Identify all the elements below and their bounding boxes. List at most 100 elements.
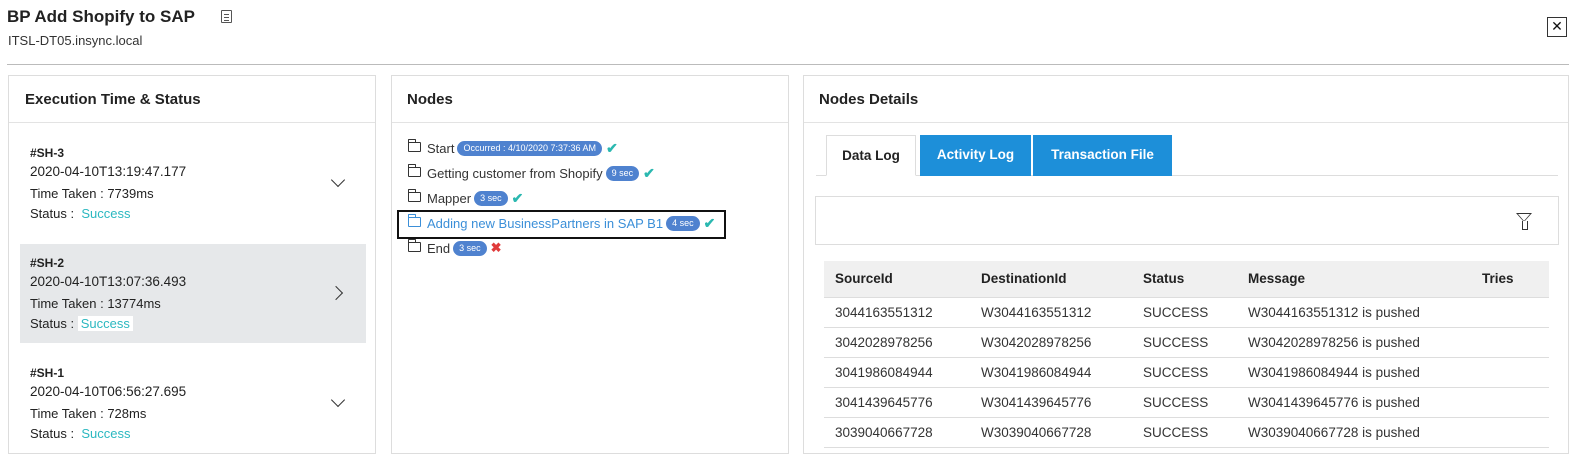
column-header-status[interactable]: Status (1132, 261, 1231, 298)
tab-activity-log[interactable]: Activity Log (920, 135, 1031, 176)
tab-transaction-file[interactable]: Transaction File (1033, 135, 1172, 176)
time-taken-row: Time Taken : 13774ms (30, 296, 161, 311)
node-getting-customer[interactable]: Getting customer from Shopify 9 sec ✔ (408, 163, 655, 183)
cell-message: W3041439645776 is pushed (1231, 387, 1471, 418)
data-log-table: SourceId DestinationId Status Message Tr… (824, 261, 1549, 448)
node-end[interactable]: End 3 sec ✖ (408, 238, 502, 258)
node-badge: Occurred : 4/10/2020 7:37:36 AM (457, 140, 603, 156)
cell-message: W3039040667728 is pushed (1231, 417, 1471, 448)
execution-item-sh-1[interactable]: #SH-1 2020-04-10T06:56:27.695 Time Taken… (20, 354, 366, 453)
table-row: 3041439645776 W3041439645776 SUCCESS W30… (824, 387, 1549, 418)
table-row: 3039040667728 W3039040667728 SUCCESS W30… (824, 417, 1549, 448)
column-header-sourceid[interactable]: SourceId (824, 261, 970, 298)
folder-icon (408, 164, 421, 177)
execution-id: #SH-1 (30, 366, 65, 380)
status-row: Status : Success (30, 206, 130, 221)
execution-datetime: 2020-04-10T13:07:36.493 (30, 274, 187, 289)
close-button[interactable]: ✕ (1547, 17, 1567, 37)
column-header-message[interactable]: Message (1231, 261, 1471, 298)
status-row: Status : Success (30, 426, 130, 441)
node-badge: 4 sec (666, 215, 700, 231)
execution-id: #SH-2 (30, 256, 65, 270)
filter-icon[interactable] (1516, 213, 1532, 230)
error-icon: ✖ (490, 240, 502, 255)
check-icon: ✔ (703, 214, 716, 231)
cell-message: W3042028978256 is pushed (1231, 327, 1471, 358)
cell-destinationid: W3042028978256 (970, 327, 1132, 358)
time-taken-value: 728ms (107, 406, 147, 421)
execution-datetime: 2020-04-10T06:56:27.695 (30, 384, 187, 399)
chevron-down-icon[interactable] (330, 392, 346, 408)
page-title: BP Add Shopify to SAP (7, 7, 195, 26)
time-taken-row: Time Taken : 728ms (30, 406, 146, 421)
time-taken-label: Time Taken : (30, 406, 104, 421)
table-row: 3041986084944 W3041986084944 SUCCESS W30… (824, 357, 1549, 388)
cell-tries (1471, 357, 1549, 388)
check-icon: ✔ (643, 164, 655, 181)
time-taken-label: Time Taken : (30, 296, 104, 311)
filter-bar (815, 196, 1559, 245)
cell-sourceid: 3042028978256 (824, 327, 970, 358)
status-row: Status : Success (30, 316, 133, 331)
cell-status: SUCCESS (1132, 387, 1231, 418)
cell-destinationid: W3039040667728 (970, 417, 1132, 448)
folder-icon (408, 139, 421, 152)
status-value: Success (77, 316, 133, 331)
details-tabs: Data Log Activity Log Transaction File (816, 135, 1558, 176)
execution-id: #SH-3 (30, 146, 65, 160)
document-icon[interactable] (221, 10, 232, 23)
cell-destinationid: W3041986084944 (970, 357, 1132, 388)
nodes-panel: Nodes Start Occurred : 4/10/2020 7:37:36… (391, 75, 789, 454)
server-name: ITSL-DT05.insync.local (8, 33, 143, 48)
execution-datetime: 2020-04-10T13:19:47.177 (30, 164, 187, 179)
check-icon: ✔ (511, 189, 524, 206)
node-label: Mapper (427, 190, 472, 206)
cell-destinationid: W3044163551312 (970, 297, 1132, 328)
node-badge: 3 sec (474, 190, 508, 206)
node-details-panel: Nodes Details Data Log Activity Log Tran… (803, 75, 1569, 454)
header-divider (7, 64, 1569, 65)
cell-tries (1471, 297, 1549, 328)
folder-icon (408, 239, 421, 252)
status-label: Status : (30, 206, 75, 221)
table-row: 3044163551312 W3044163551312 SUCCESS W30… (824, 297, 1549, 328)
cell-sourceid: 3041986084944 (824, 357, 970, 388)
tab-data-log[interactable]: Data Log (826, 135, 916, 176)
cell-destinationid: W3041439645776 (970, 387, 1132, 418)
execution-item-sh-2[interactable]: #SH-2 2020-04-10T13:07:36.493 Time Taken… (20, 244, 366, 343)
cell-message: W3044163551312 is pushed (1231, 297, 1471, 328)
node-start[interactable]: Start Occurred : 4/10/2020 7:37:36 AM ✔ (408, 138, 618, 158)
execution-item-sh-3[interactable]: #SH-3 2020-04-10T13:19:47.177 Time Taken… (20, 134, 366, 233)
folder-icon (408, 189, 421, 202)
cell-status: SUCCESS (1132, 297, 1231, 328)
node-details-title: Nodes Details (804, 76, 1568, 123)
table-header-row: SourceId DestinationId Status Message Tr… (824, 261, 1549, 298)
cell-status: SUCCESS (1132, 417, 1231, 448)
cell-tries (1471, 417, 1549, 448)
table-row: 3042028978256 W3042028978256 SUCCESS W30… (824, 327, 1549, 358)
nodes-panel-title: Nodes (392, 76, 788, 123)
status-value: Success (81, 426, 131, 441)
cell-status: SUCCESS (1132, 327, 1231, 358)
cell-tries (1471, 387, 1549, 418)
column-header-destinationid[interactable]: DestinationId (970, 261, 1132, 298)
chevron-down-icon[interactable] (330, 172, 346, 188)
folder-icon (408, 214, 421, 227)
cell-sourceid: 3041439645776 (824, 387, 970, 418)
status-label: Status : (30, 426, 75, 441)
cell-status: SUCCESS (1132, 357, 1231, 388)
chevron-right-icon[interactable] (328, 285, 344, 301)
time-taken-value: 13774ms (107, 296, 161, 311)
column-header-tries[interactable]: Tries (1471, 261, 1549, 298)
execution-panel: Execution Time & Status #SH-3 2020-04-10… (8, 75, 376, 454)
node-label: End (427, 240, 451, 256)
time-taken-row: Time Taken : 7739ms (30, 186, 154, 201)
time-taken-label: Time Taken : (30, 186, 104, 201)
node-label: Getting customer from Shopify (427, 165, 603, 181)
node-mapper[interactable]: Mapper 3 sec ✔ (408, 188, 523, 208)
node-badge: 9 sec (605, 165, 640, 181)
node-adding-business-partners[interactable]: Adding new BusinessPartners in SAP B1 4 … (408, 213, 715, 233)
check-icon: ✔ (606, 139, 618, 156)
node-badge: 3 sec (453, 240, 487, 256)
cell-tries (1471, 327, 1549, 358)
